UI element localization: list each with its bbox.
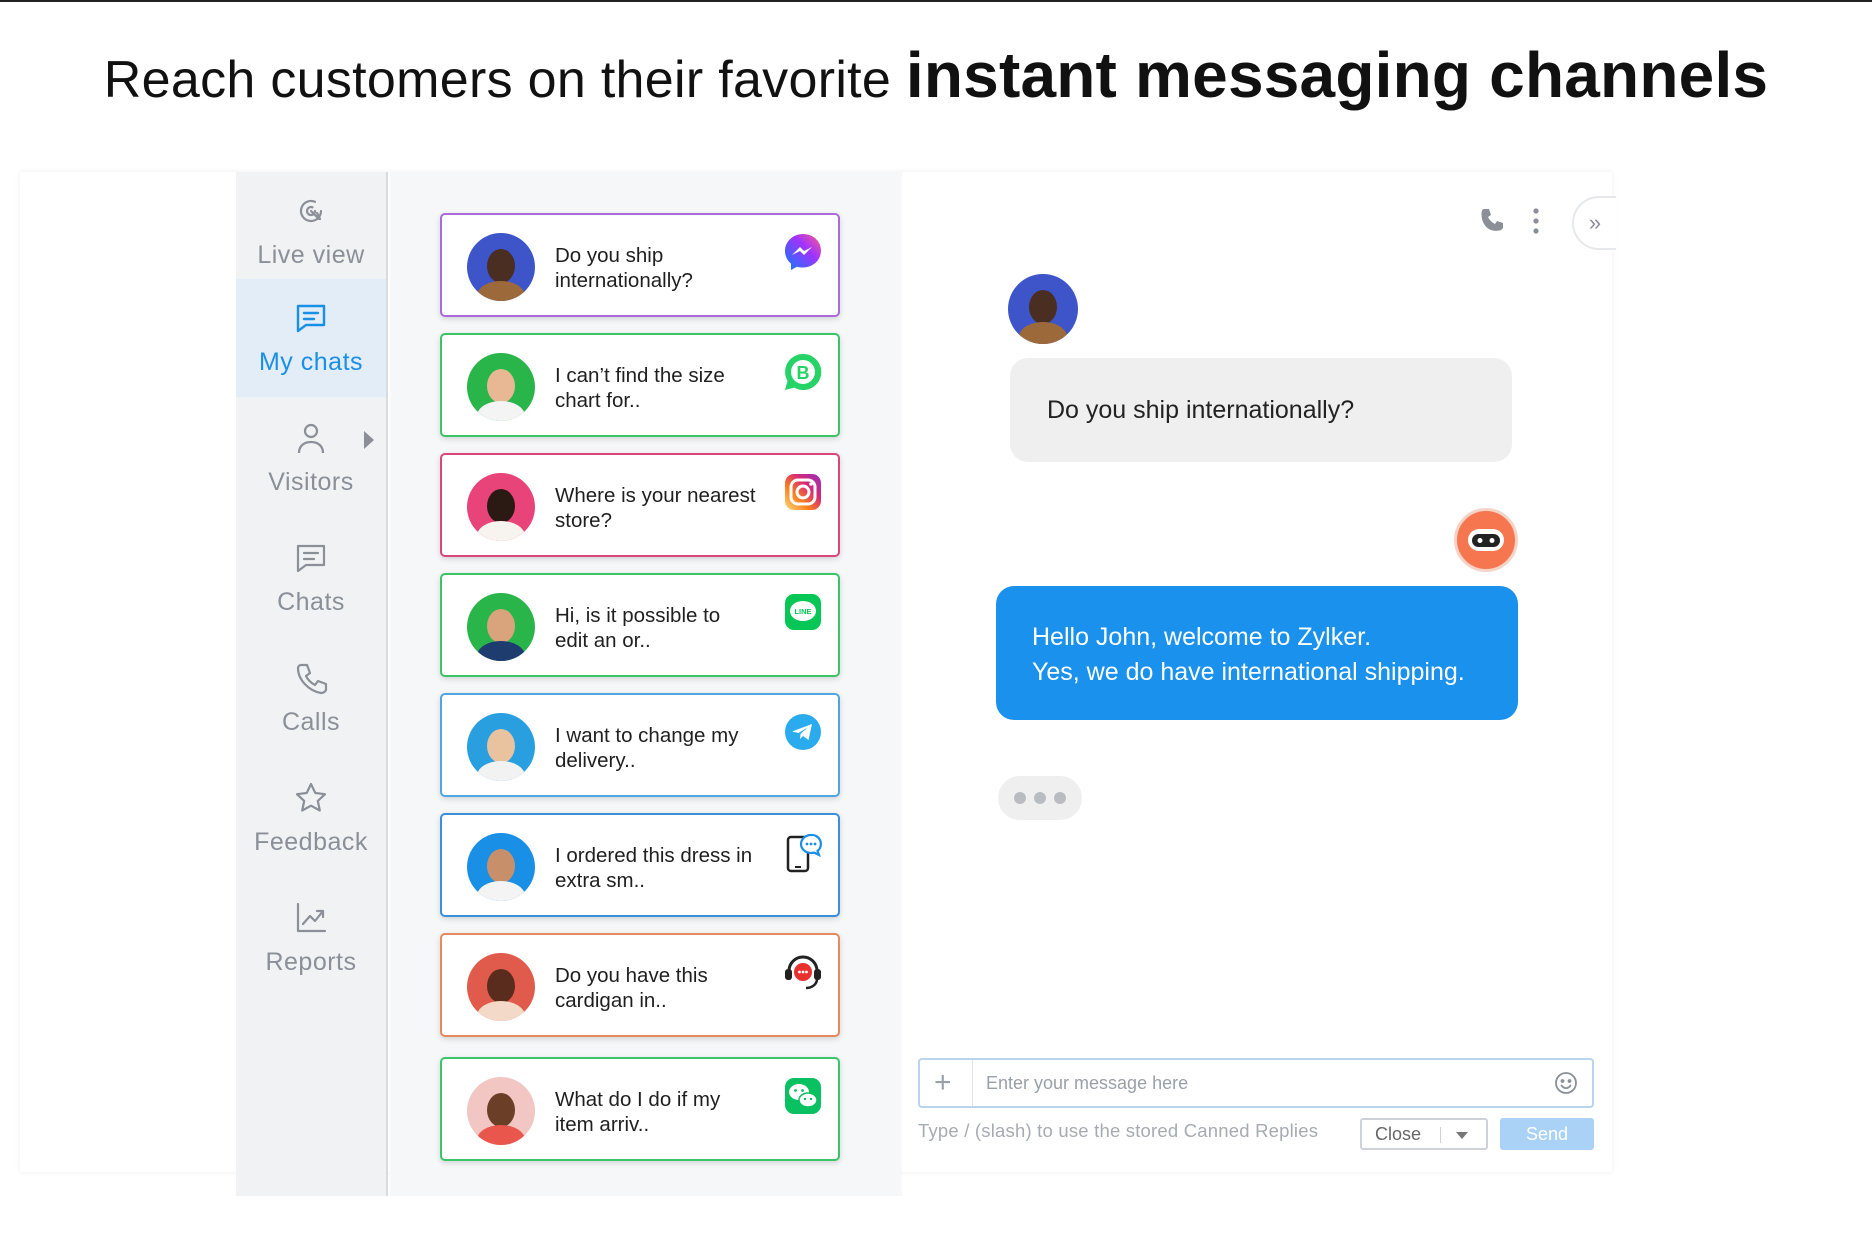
- page-headline: Reach customers on their favorite instan…: [0, 38, 1872, 112]
- typing-indicator: [998, 776, 1082, 820]
- phone-icon: [296, 663, 328, 694]
- chart-icon: [296, 902, 327, 932]
- close-button[interactable]: Close: [1360, 1118, 1488, 1150]
- chat-card-wechat[interactable]: What do I do if my item arriv..: [440, 1057, 840, 1161]
- avatar: [467, 593, 535, 661]
- chat-preview: I can’t find the size chart for..: [555, 364, 725, 412]
- support-headset-icon: [785, 955, 821, 990]
- sidebar-item-chats[interactable]: Chats: [236, 519, 386, 637]
- sidebar-item-visitors[interactable]: Visitors: [236, 399, 386, 517]
- customer-avatar: [1008, 274, 1078, 344]
- sidebar-item-my-chats[interactable]: My chats: [236, 279, 386, 397]
- message-composer: +: [918, 1058, 1594, 1108]
- chat-preview: Hi, is it possible to edit an or..: [555, 604, 721, 652]
- chat-preview: What do I do if my item arriv..: [555, 1088, 721, 1136]
- avatar: [467, 713, 535, 781]
- sidebar-item-label: Visitors: [268, 467, 354, 496]
- avatar: [467, 833, 535, 901]
- whatsapp-business-icon: B: [785, 353, 822, 390]
- add-attachment-icon[interactable]: +: [934, 1066, 952, 1100]
- double-chevron-right-icon: »: [1588, 210, 1602, 235]
- headline-light: Reach customers on their favorite: [103, 51, 906, 109]
- user-icon: [297, 423, 325, 453]
- chat-preview: Do you have this cardigan in..: [555, 964, 708, 1012]
- chat-card-telegram[interactable]: I want to change my delivery..: [440, 693, 840, 797]
- chat-card-line[interactable]: Hi, is it possible to edit an or.. LINE: [440, 573, 840, 677]
- emoji-icon[interactable]: [1554, 1071, 1578, 1095]
- telegram-icon: [785, 714, 821, 750]
- chat-card-whatsapp[interactable]: I can’t find the size chart for.. B: [440, 333, 840, 437]
- messenger-icon: [785, 234, 821, 270]
- sidebar-item-calls[interactable]: Calls: [236, 639, 386, 757]
- live-view-icon: [299, 199, 323, 222]
- chat-bubble-icon: [296, 304, 326, 332]
- outgoing-message: Hello John, welcome to Zylker. Yes, we d…: [996, 586, 1518, 720]
- chat-bubble-icon: [296, 544, 326, 572]
- avatar: [467, 353, 535, 421]
- dropdown-arrow-icon: [1456, 1132, 1468, 1139]
- chat-preview: I want to change my delivery..: [555, 724, 739, 772]
- avatar: [467, 473, 535, 541]
- expand-caret-icon[interactable]: [364, 431, 374, 449]
- chat-card-messenger[interactable]: Do you ship internationally?: [440, 213, 840, 317]
- chat-card-instagram[interactable]: Where is your nearest store?: [440, 453, 840, 557]
- star-icon: [295, 782, 327, 812]
- sidebar-item-label: Feedback: [254, 827, 368, 856]
- top-rule: [0, 0, 1872, 2]
- bot-avatar: [1454, 508, 1518, 572]
- more-options-icon[interactable]: [1526, 206, 1546, 236]
- avatar: [467, 233, 535, 301]
- headline-bold: instant messaging channels: [905, 39, 1769, 111]
- sidebar-item-reports[interactable]: Reports: [236, 879, 386, 997]
- canned-replies-hint: Type / (slash) to use the stored Canned …: [918, 1120, 1319, 1141]
- chat-preview: Where is your nearest store?: [555, 484, 756, 532]
- phone-icon[interactable]: [1478, 206, 1508, 236]
- mobile-chat-icon: [786, 833, 822, 873]
- sidebar-item-label: Live view: [257, 240, 365, 269]
- line-icon: LINE: [785, 594, 821, 630]
- sidebar-item-label: Calls: [281, 707, 341, 736]
- avatar: [467, 1077, 535, 1145]
- message-input[interactable]: [986, 1060, 1526, 1106]
- wechat-icon: [785, 1078, 821, 1114]
- sidebar-item-label: Reports: [265, 947, 357, 976]
- svg-text:LINE: LINE: [794, 607, 811, 616]
- incoming-message: Do you ship internationally?: [1010, 358, 1512, 462]
- sidebar-item-live-view[interactable]: Live view: [236, 172, 386, 290]
- chat-preview: Do you ship internationally?: [555, 244, 693, 292]
- sidebar-item-feedback[interactable]: Feedback: [236, 759, 386, 877]
- sidebar-item-label: Chats: [277, 587, 345, 616]
- sidebar-nav: Live view My chats Visitors Chats Calls …: [236, 172, 388, 1196]
- chat-card-mobile[interactable]: I ordered this dress in extra sm..: [440, 813, 840, 917]
- sidebar-item-label: My chats: [258, 347, 364, 376]
- chat-card-support[interactable]: Do you have this cardigan in..: [440, 933, 840, 1037]
- instagram-icon: [785, 474, 821, 510]
- send-button[interactable]: Send: [1500, 1118, 1594, 1150]
- svg-text:B: B: [797, 363, 810, 383]
- avatar: [467, 953, 535, 1021]
- chat-preview: I ordered this dress in extra sm..: [555, 844, 753, 892]
- chat-list-pane: [390, 172, 902, 1196]
- robot-icon: [1468, 529, 1504, 551]
